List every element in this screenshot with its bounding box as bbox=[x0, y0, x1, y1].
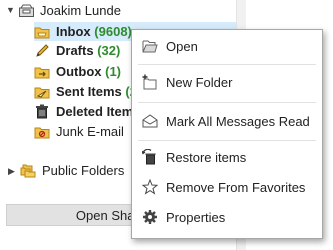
context-menu: Open New Folder Mark All Messages Read R… bbox=[131, 29, 323, 239]
public-folders-label: Public Folders bbox=[42, 163, 125, 178]
menu-label: Mark All Messages Read bbox=[166, 113, 310, 129]
folder-deleted-items[interactable]: Deleted Items bbox=[34, 102, 141, 121]
menu-item-mark-all-read[interactable]: Mark All Messages Read bbox=[132, 107, 322, 135]
sent-folder-icon bbox=[34, 84, 50, 100]
star-icon bbox=[142, 179, 158, 195]
open-folder-icon bbox=[142, 38, 158, 54]
menu-label: Remove From Favorites bbox=[166, 179, 306, 195]
pencil-icon bbox=[34, 43, 50, 59]
inbox-folder-icon bbox=[34, 24, 50, 40]
menu-item-open[interactable]: Open bbox=[132, 32, 322, 60]
item-count: (32) bbox=[97, 43, 121, 58]
folder-label: Inbox bbox=[56, 24, 91, 39]
menu-separator bbox=[138, 64, 316, 65]
unread-count: (9608) bbox=[94, 24, 132, 39]
mailbox-icon bbox=[18, 3, 34, 19]
envelope-icon bbox=[142, 113, 158, 129]
menu-item-restore-items[interactable]: Restore items bbox=[132, 143, 322, 171]
folder-sent-items[interactable]: Sent Items (2) bbox=[34, 82, 141, 101]
public-folders-icon bbox=[20, 163, 36, 179]
restore-trash-icon bbox=[142, 149, 158, 165]
menu-item-remove-favorites[interactable]: Remove From Favorites bbox=[132, 173, 322, 201]
menu-separator bbox=[138, 102, 316, 103]
new-folder-icon bbox=[142, 74, 158, 90]
menu-label: New Folder bbox=[166, 74, 233, 90]
folder-label: Drafts bbox=[56, 43, 94, 58]
folder-outbox[interactable]: Outbox (1) bbox=[34, 62, 121, 81]
trash-icon bbox=[34, 104, 50, 120]
account-name: Joakim Lunde bbox=[40, 3, 121, 18]
junk-folder-icon bbox=[34, 124, 50, 140]
menu-separator bbox=[138, 140, 316, 141]
menu-item-new-folder[interactable]: New Folder bbox=[132, 68, 322, 96]
public-folders[interactable]: Public Folders bbox=[20, 161, 124, 180]
menu-item-properties[interactable]: Properties bbox=[132, 203, 322, 231]
folder-label: Outbox bbox=[56, 64, 102, 79]
menu-label: Restore items bbox=[166, 149, 247, 165]
menu-label: Open bbox=[166, 38, 198, 54]
account-row[interactable]: Joakim Lunde bbox=[18, 1, 121, 20]
folder-label: Sent Items bbox=[56, 84, 122, 99]
gear-icon bbox=[142, 209, 158, 225]
folder-label: Deleted Items bbox=[56, 104, 141, 119]
folder-label: Junk E-mail bbox=[56, 124, 124, 139]
outbox-folder-icon bbox=[34, 64, 50, 80]
item-count: (1) bbox=[105, 64, 122, 79]
menu-label: Properties bbox=[166, 209, 226, 225]
collapse-arrow-icon[interactable]: ▼ bbox=[6, 5, 15, 15]
expand-arrow-icon[interactable]: ▶ bbox=[8, 166, 15, 177]
folder-junk-email[interactable]: Junk E-mail bbox=[34, 122, 124, 141]
folder-drafts[interactable]: Drafts (32) bbox=[34, 41, 120, 60]
